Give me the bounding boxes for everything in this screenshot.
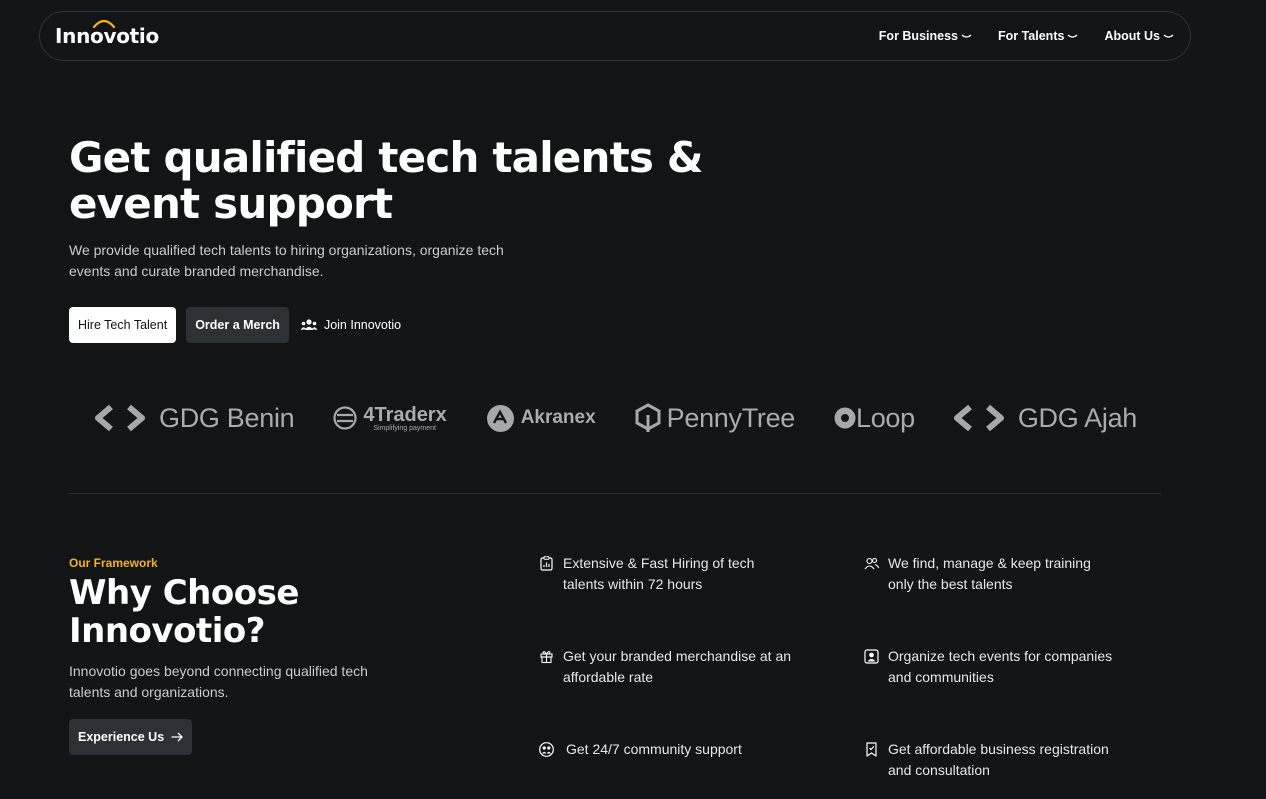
gdg-logo-icon: [953, 404, 1004, 432]
partner-name: GDG Ajah: [1017, 402, 1137, 433]
akranex-logo-icon: [486, 404, 514, 432]
user-square-icon: [864, 649, 879, 664]
partner-name: Akranex: [520, 407, 596, 428]
pennytree-logo-icon: [635, 403, 661, 432]
feature-tech-events: Organize tech events for companies and c…: [864, 646, 1114, 688]
partner-name: PennyTree: [666, 402, 796, 433]
hire-tech-talent-button[interactable]: Hire Tech Talent: [69, 307, 177, 343]
people-icon: [300, 319, 318, 330]
feature-fast-hiring: Extensive & Fast Hiring of tech talents …: [539, 553, 799, 595]
hero-title: Get qualified tech talents & event suppo…: [69, 133, 704, 228]
chevron-down-icon: [961, 34, 972, 38]
nav-for-talents-label: For Talents: [997, 29, 1065, 43]
traderx-logo-icon: [333, 406, 357, 430]
nav-for-business[interactable]: For Business: [879, 29, 972, 43]
arrow-right-icon: [171, 732, 184, 742]
feature-text: Organize tech events for companies and c…: [888, 648, 1113, 685]
chevron-down-icon: [1163, 34, 1174, 38]
clipboard-chart-icon: [540, 556, 553, 571]
partner-loop: Loop: [834, 403, 915, 434]
feature-community-support: Get 24/7 community support: [539, 739, 799, 760]
nav-about-us-label: About Us: [1104, 29, 1160, 43]
logo-arc-icon: [92, 19, 116, 28]
section-divider: [69, 493, 1161, 494]
why-title: Why Choose Innovotio?: [69, 573, 299, 651]
partner-pennytree: PennyTree: [635, 403, 795, 434]
feature-text: Get 24/7 community support: [566, 741, 742, 757]
users-icon: [864, 557, 879, 570]
partner-gdg-ajah: GDG Ajah: [953, 402, 1137, 434]
hero-cta-row: Hire Tech Talent Order a Merch Join Inno…: [69, 307, 401, 343]
nav-links: For Business For Talents About Us: [879, 29, 1174, 43]
top-navbar: Innovotio For Business For Talents About…: [39, 11, 1191, 61]
partner-name: Loop: [856, 402, 915, 433]
experience-us-button[interactable]: Experience Us: [69, 719, 193, 755]
order-merch-button[interactable]: Order a Merch: [186, 307, 289, 343]
partner-4traderx: 4Traderx Simplifying payment: [333, 403, 447, 432]
partner-akranex: Akranex: [486, 404, 596, 433]
why-subtitle: Innovotio goes beyond connecting qualifi…: [69, 663, 368, 700]
join-innovotio-label: Join Innovotio: [323, 318, 402, 332]
hero-subtitle: We provide qualified tech talents to hir…: [69, 242, 504, 279]
feature-merchandise: Get your branded merchandise at an affor…: [539, 646, 809, 688]
framework-eyebrow: Our Framework: [69, 556, 158, 570]
innovotio-logo[interactable]: Innovotio: [55, 19, 159, 48]
feature-text: Extensive & Fast Hiring of tech talents …: [563, 555, 755, 592]
partner-tagline: Simplifying payment: [373, 424, 436, 432]
gdg-logo-icon: [95, 404, 145, 432]
experience-us-label: Experience Us: [78, 730, 165, 744]
partner-logos: GDG Benin 4Traderx Simplifying payment A…: [95, 398, 1137, 438]
chevron-down-icon: [1068, 34, 1078, 38]
document-badge-icon: [866, 742, 877, 757]
join-innovotio-button[interactable]: Join Innovotio: [299, 307, 401, 343]
loop-logo-icon: [834, 407, 856, 429]
partner-gdg-benin: GDG Benin: [95, 402, 295, 434]
nav-about-us[interactable]: About Us: [1104, 29, 1174, 43]
feature-text: Get affordable business registration and…: [888, 741, 1109, 778]
partner-name: GDG Benin: [159, 402, 295, 433]
gift-icon: [540, 651, 553, 664]
nav-for-business-label: For Business: [878, 29, 958, 43]
feature-text: Get your branded merchandise at an affor…: [563, 648, 792, 685]
feature-business-registration: Get affordable business registration and…: [864, 739, 1134, 781]
community-icon: [539, 742, 554, 757]
nav-for-talents[interactable]: For Talents: [998, 29, 1078, 43]
partner-name: 4Traderx: [363, 403, 447, 426]
feature-text: We find, manage & keep training only the…: [888, 555, 1091, 592]
feature-best-talents: We find, manage & keep training only the…: [864, 553, 1114, 595]
